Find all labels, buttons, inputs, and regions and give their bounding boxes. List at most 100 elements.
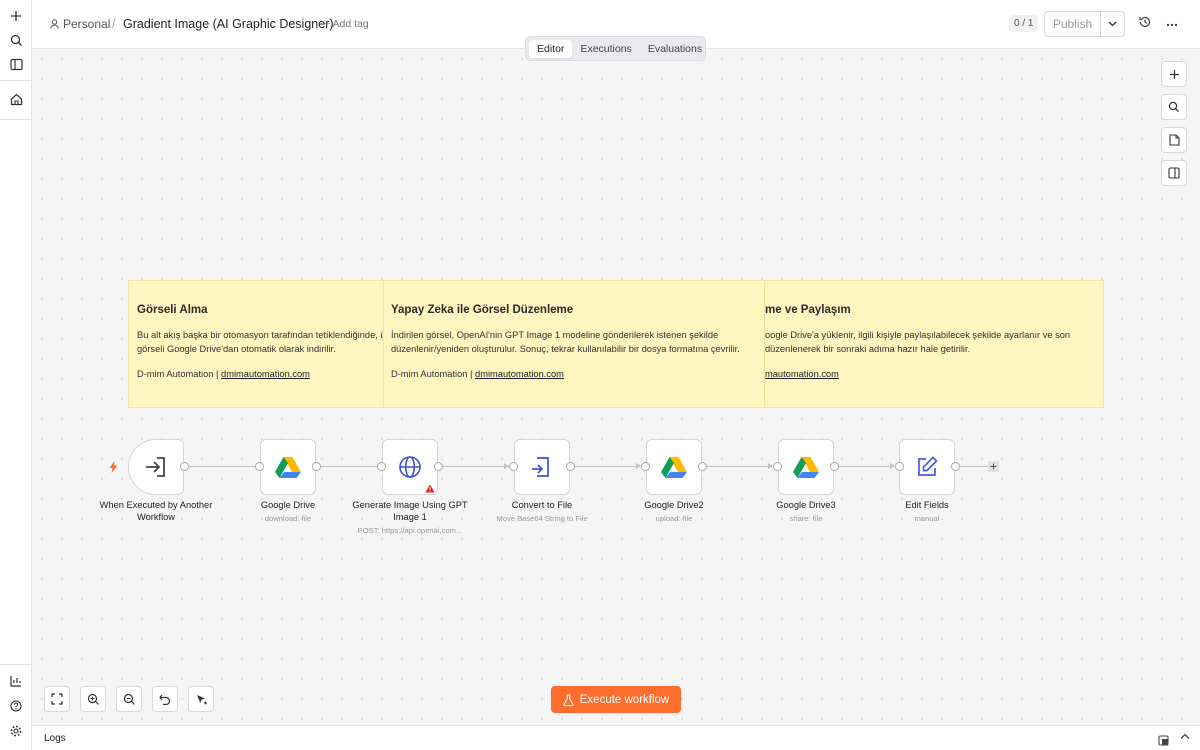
- connection-line: [838, 466, 894, 467]
- home-icon[interactable]: [6, 89, 26, 109]
- view-tabs: Editor Executions Evaluations: [525, 36, 706, 61]
- add-node-button[interactable]: [1161, 61, 1187, 87]
- left-sidebar: [0, 0, 32, 750]
- input-port[interactable]: [377, 462, 386, 471]
- google-drive-icon: [661, 457, 687, 478]
- google-drive-icon: [793, 457, 819, 478]
- node-label: Google Drive2: [644, 500, 704, 510]
- plus-icon: [1169, 69, 1179, 79]
- node-google-drive3[interactable]: [778, 439, 834, 495]
- file-import-icon: [532, 457, 549, 477]
- tab-editor[interactable]: Editor: [529, 39, 573, 58]
- zoom-out-button[interactable]: [116, 686, 142, 712]
- sticky-link[interactable]: dmimautomation.com: [475, 369, 564, 379]
- logs-panel-bar[interactable]: Logs: [32, 725, 1200, 750]
- flask-icon: [563, 693, 574, 706]
- logs-label: Logs: [44, 733, 66, 744]
- zoom-out-icon: [123, 693, 135, 705]
- execute-label: Execute workflow: [579, 693, 670, 706]
- execute-workflow-button[interactable]: Execute workflow: [551, 686, 681, 713]
- sticky-link[interactable]: dmimautomation.com: [221, 369, 310, 379]
- node-subtitle: share: file: [789, 514, 823, 523]
- pen-square-icon: [918, 456, 938, 476]
- fit-view-button[interactable]: [44, 686, 70, 712]
- output-port[interactable]: [180, 462, 189, 471]
- user-icon: [50, 19, 59, 29]
- chevron-down-icon[interactable]: [1101, 12, 1124, 36]
- sticky-signature: mautomation.com: [765, 369, 1103, 379]
- signature-text: D-mim Automation |: [137, 369, 222, 379]
- signature-text: D-mim Automation |: [391, 369, 476, 379]
- output-port[interactable]: [312, 462, 321, 471]
- sticky-signature: D-mim Automation | dmimautomation.com: [391, 369, 764, 379]
- plus-icon: [990, 463, 997, 470]
- add-sticky-button[interactable]: [1161, 127, 1187, 153]
- add-next-node-button[interactable]: [988, 461, 999, 472]
- zoom-in-button[interactable]: [80, 686, 106, 712]
- node-edit-fields[interactable]: [899, 439, 955, 495]
- input-port[interactable]: [509, 462, 518, 471]
- sticky-signature: D-mim Automation | dmimautomation.com: [137, 369, 383, 379]
- tidy-up-button[interactable]: [188, 686, 214, 712]
- sticky-title: me ve Paylaşım: [765, 304, 851, 316]
- sticky-body: oogle Drive'a yüklenir, ilgili kişiyle p…: [765, 330, 1071, 354]
- input-port[interactable]: [255, 462, 264, 471]
- divider: [0, 80, 32, 81]
- sticky-title: Görseli Alma: [137, 304, 208, 316]
- output-port[interactable]: [434, 462, 443, 471]
- undo-button[interactable]: [152, 686, 178, 712]
- popout-icon[interactable]: [1158, 733, 1169, 750]
- node-execute-workflow-trigger[interactable]: [128, 439, 184, 495]
- tab-executions[interactable]: Executions: [572, 40, 639, 58]
- sticky-body: İndirilen görsel, OpenAI'nin GPT Image 1…: [391, 330, 740, 354]
- sticky-note-icon: [1168, 134, 1180, 146]
- input-port[interactable]: [895, 462, 904, 471]
- search-nodes-button[interactable]: [1161, 94, 1187, 120]
- node-label: Generate Image Using GPT Image 1: [352, 500, 468, 522]
- node-convert-to-file[interactable]: [514, 439, 570, 495]
- input-port[interactable]: [641, 462, 650, 471]
- warning-icon[interactable]: [425, 480, 435, 498]
- toggle-panel-button[interactable]: [1161, 160, 1187, 186]
- chevron-up-icon[interactable]: [1180, 732, 1190, 743]
- lightning-icon: [109, 460, 118, 478]
- sign-in-icon: [146, 457, 165, 477]
- breadcrumb-project[interactable]: Personal: [50, 17, 110, 31]
- plus-icon[interactable]: [6, 6, 26, 26]
- search-icon[interactable]: [6, 30, 26, 50]
- version-badge: 0 / 1: [1009, 15, 1039, 32]
- connection-line: [442, 466, 509, 467]
- input-port[interactable]: [773, 462, 782, 471]
- output-port[interactable]: [830, 462, 839, 471]
- node-label: When Executed by Another Workflow: [99, 500, 213, 522]
- output-port[interactable]: [951, 462, 960, 471]
- node-google-drive[interactable]: [260, 439, 316, 495]
- divider: [0, 664, 32, 665]
- sticky-link[interactable]: mautomation.com: [765, 369, 839, 379]
- add-tag-button[interactable]: + Add tag: [324, 18, 369, 30]
- chart-icon[interactable]: [6, 671, 26, 691]
- sticky-note-3[interactable]: me ve Paylaşım oogle Drive'a yüklenir, i…: [764, 280, 1104, 408]
- sticky-body: Bu alt akış başka bir otomasyon tarafınd…: [137, 330, 383, 354]
- node-subtitle: manual: [914, 514, 940, 523]
- tab-evaluations[interactable]: Evaluations: [640, 40, 710, 58]
- node-label: Convert to File: [511, 500, 573, 510]
- help-icon[interactable]: [6, 696, 26, 716]
- publish-button-group: Publish: [1044, 11, 1125, 37]
- sticky-note-2[interactable]: Yapay Zeka ile Görsel Düzenleme İndirile…: [383, 280, 765, 408]
- history-icon[interactable]: [1138, 15, 1154, 31]
- output-port[interactable]: [566, 462, 575, 471]
- workflow-title[interactable]: Gradient Image (AI Graphic Designer): [123, 17, 334, 31]
- connection-line: [574, 466, 640, 467]
- sticky-note-1[interactable]: Görseli Alma Bu alt akış başka bir otoma…: [128, 280, 384, 408]
- more-options-icon[interactable]: [1166, 14, 1178, 30]
- node-google-drive2[interactable]: [646, 439, 702, 495]
- sidebar-toggle-icon[interactable]: [6, 54, 26, 74]
- publish-button[interactable]: Publish: [1045, 12, 1101, 36]
- settings-gear-icon[interactable]: [6, 721, 26, 741]
- cursor-sparkle-icon: [196, 694, 207, 704]
- node-label: Edit Fields: [905, 500, 949, 510]
- output-port[interactable]: [698, 462, 707, 471]
- panel-right-icon: [1168, 167, 1180, 179]
- node-subtitle: download: file: [264, 514, 312, 523]
